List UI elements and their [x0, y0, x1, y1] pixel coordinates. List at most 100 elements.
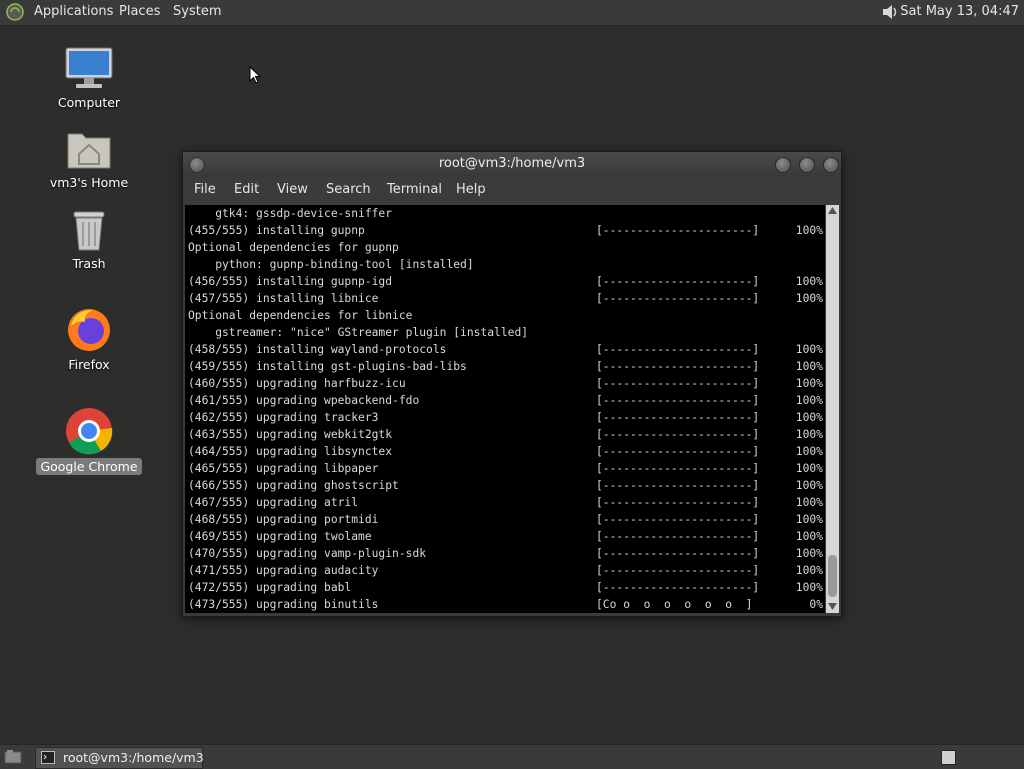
menu-view[interactable]: View: [277, 182, 308, 197]
applications-menu[interactable]: Applications: [34, 4, 113, 19]
progress-percent: 100%: [795, 479, 823, 492]
firefox-icon: [68, 309, 110, 351]
terminal-line: (461/555) upgrading wpebackend-fdo [-----…: [185, 392, 825, 409]
menu-terminal[interactable]: Terminal: [387, 182, 442, 197]
terminal-line-text: (458/555) installing wayland-protocols: [188, 343, 447, 356]
terminal-output[interactable]: gtk4: gssdp-device-sniffer (455/555) inst…: [185, 205, 825, 613]
terminal-menubar: File Edit View Search Terminal Help: [183, 176, 841, 204]
terminal-line: (458/555) installing wayland-protocols [-…: [185, 341, 825, 358]
progress-bar-text: [----------------------]: [596, 394, 760, 407]
menu-edit[interactable]: Edit: [234, 182, 259, 197]
bottom-panel: root@vm3:/home/vm3: [0, 744, 1024, 769]
home-folder-icon: [67, 133, 111, 169]
terminal-line: (470/555) upgrading vamp-plugin-sdk [----…: [185, 545, 825, 562]
terminal-line-text: python: gupnp-binding-tool [installed]: [188, 258, 474, 271]
taskbar-terminal-button[interactable]: root@vm3:/home/vm3: [35, 747, 204, 769]
terminal-line: python: gupnp-binding-tool [installed]: [185, 256, 825, 273]
progress-bar-text: [----------------------]: [596, 462, 760, 475]
mate-logo-icon[interactable]: [6, 3, 24, 21]
progress-percent: 100%: [795, 275, 823, 288]
terminal-line: (457/555) installing libnice [-----------…: [185, 290, 825, 307]
terminal-line: (467/555) upgrading atril [--------------…: [185, 494, 825, 511]
window-titlebar[interactable]: root@vm3:/home/vm3: [183, 152, 841, 176]
mouse-pointer-icon: [249, 66, 261, 84]
progress-bar-text: [----------------------]: [596, 564, 760, 577]
progress-percent: 100%: [795, 377, 823, 390]
desktop-icon-label: Computer: [57, 95, 121, 110]
terminal-line-text: gtk4: gssdp-device-sniffer: [188, 207, 393, 220]
progress-bar-text: [----------------------]: [596, 343, 760, 356]
desktop-icon-label: Trash: [72, 256, 106, 271]
desktop-icon-chrome[interactable]: Google Chrome: [34, 406, 144, 475]
terminal-window[interactable]: root@vm3:/home/vm3 File Edit View Search…: [182, 151, 842, 617]
progress-bar-text: [----------------------]: [596, 513, 760, 526]
progress-bar-text: [----------------------]: [596, 479, 760, 492]
terminal-line-text: (460/555) upgrading harfbuzz-icu: [188, 377, 406, 390]
terminal-line: (469/555) upgrading twolame [------------…: [185, 528, 825, 545]
progress-percent: 100%: [795, 564, 823, 577]
progress-bar-text: [----------------------]: [596, 275, 760, 288]
progress-percent: 100%: [795, 360, 823, 373]
desktop-icon-label: vm3's Home: [49, 175, 129, 190]
desktop-icon-label: Google Chrome: [36, 458, 142, 475]
progress-bar-text: [----------------------]: [596, 547, 760, 560]
progress-percent: 0%: [809, 598, 823, 611]
terminal-scrollbar[interactable]: [826, 205, 839, 613]
desktop-icon-home[interactable]: vm3's Home: [34, 128, 144, 191]
desktop-icon-label: Firefox: [68, 357, 110, 372]
scroll-up-icon[interactable]: [828, 207, 837, 214]
progress-bar-text: [----------------------]: [596, 292, 760, 305]
progress-percent: 100%: [795, 581, 823, 594]
maximize-button[interactable]: [799, 157, 815, 173]
terminal-line: (459/555) installing gst-plugins-bad-lib…: [185, 358, 825, 375]
progress-percent: 100%: [795, 547, 823, 560]
progress-percent: 100%: [795, 428, 823, 441]
trash-icon: [73, 211, 105, 251]
terminal-line: (462/555) upgrading tracker3 [-----------…: [185, 409, 825, 426]
show-desktop-icon[interactable]: [4, 749, 22, 765]
clock[interactable]: Sat May 13, 04:47: [900, 4, 1019, 19]
workspace-switcher[interactable]: [941, 750, 956, 765]
terminal-line: (473/555) upgrading binutils [Co o o o o …: [185, 596, 825, 613]
progress-bar-text: [----------------------]: [596, 411, 760, 424]
menu-help[interactable]: Help: [456, 182, 486, 197]
menu-file[interactable]: File: [194, 182, 216, 197]
terminal-line-text: Optional dependencies for libnice: [188, 309, 413, 322]
close-button[interactable]: [823, 157, 839, 173]
window-title: root@vm3:/home/vm3: [438, 156, 586, 171]
terminal-line: (472/555) upgrading babl [---------------…: [185, 579, 825, 596]
progress-percent: 100%: [795, 224, 823, 237]
terminal-line-text: (455/555) installing gupnp: [188, 224, 365, 237]
taskbar-button-label: root@vm3:/home/vm3: [63, 750, 204, 765]
menu-search[interactable]: Search: [326, 182, 371, 197]
progress-bar-text: [----------------------]: [596, 581, 760, 594]
terminal-line-text: (472/555) upgrading babl: [188, 581, 352, 594]
desktop-icon-trash[interactable]: Trash: [34, 209, 144, 272]
progress-bar-text: [----------------------]: [596, 530, 760, 543]
progress-percent: 100%: [795, 530, 823, 543]
terminal-line: (466/555) upgrading ghostscript [--------…: [185, 477, 825, 494]
terminal-line-text: (468/555) upgrading portmidi: [188, 513, 379, 526]
progress-percent: 100%: [795, 513, 823, 526]
progress-bar-text: [----------------------]: [596, 496, 760, 509]
minimize-button[interactable]: [775, 157, 791, 173]
progress-percent: 100%: [795, 462, 823, 475]
places-menu[interactable]: Places: [119, 4, 160, 19]
terminal-line-text: (462/555) upgrading tracker3: [188, 411, 379, 424]
volume-icon[interactable]: [880, 3, 900, 21]
scrollbar-thumb[interactable]: [828, 555, 837, 597]
progress-percent: 100%: [795, 496, 823, 509]
scroll-down-icon[interactable]: [828, 603, 837, 610]
terminal-line-text: (456/555) installing gupnp-igd: [188, 275, 393, 288]
computer-icon: [65, 47, 113, 88]
terminal-line: (463/555) upgrading webkit2gtk [---------…: [185, 426, 825, 443]
progress-percent: 100%: [795, 394, 823, 407]
desktop-icon-firefox[interactable]: Firefox: [34, 306, 144, 373]
system-menu[interactable]: System: [173, 4, 221, 19]
terminal-line-text: Optional dependencies for gupnp: [188, 241, 399, 254]
chrome-icon: [66, 408, 113, 455]
terminal-line: Optional dependencies for libnice: [185, 307, 825, 324]
progress-bar-text: [----------------------]: [596, 445, 760, 458]
terminal-line-text: (466/555) upgrading ghostscript: [188, 479, 399, 492]
desktop-icon-computer[interactable]: Computer: [34, 46, 144, 111]
